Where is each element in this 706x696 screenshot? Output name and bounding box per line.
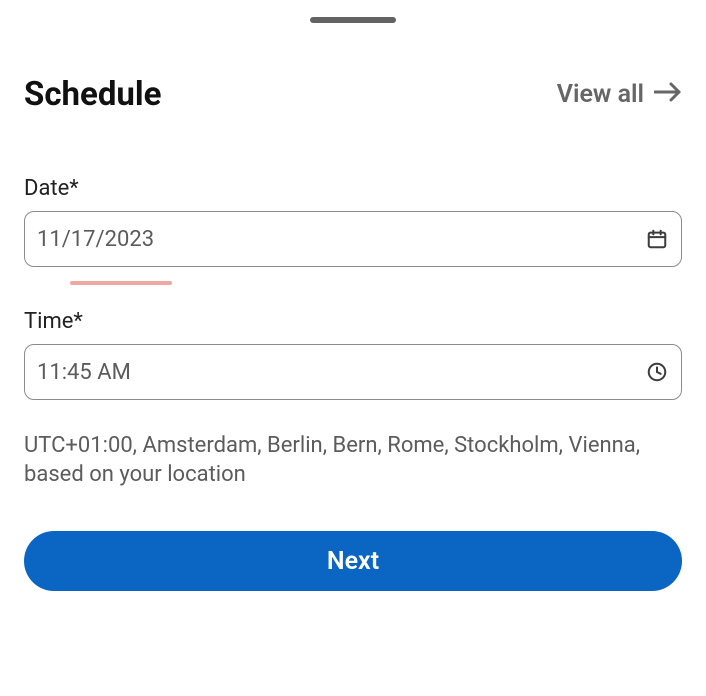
drag-handle[interactable]: [310, 17, 396, 23]
date-input-wrap: [24, 211, 682, 267]
date-field-block: Date*: [0, 176, 706, 267]
time-input-wrap: [24, 344, 682, 400]
date-label: Date*: [24, 176, 682, 201]
date-underline: [70, 281, 172, 285]
time-field-block: Time*: [0, 309, 706, 400]
time-input[interactable]: [24, 344, 682, 400]
view-all-label: View all: [557, 80, 644, 109]
clock-icon[interactable]: [646, 361, 668, 383]
timezone-helper-text: UTC+01:00, Amsterdam, Berlin, Bern, Rome…: [0, 432, 706, 489]
next-button[interactable]: Next: [24, 531, 682, 591]
calendar-icon[interactable]: [646, 228, 668, 250]
time-label: Time*: [24, 309, 682, 334]
view-all-link[interactable]: View all: [557, 80, 682, 109]
date-input[interactable]: [24, 211, 682, 267]
page-title: Schedule: [24, 75, 161, 114]
arrow-right-icon: [654, 80, 682, 109]
